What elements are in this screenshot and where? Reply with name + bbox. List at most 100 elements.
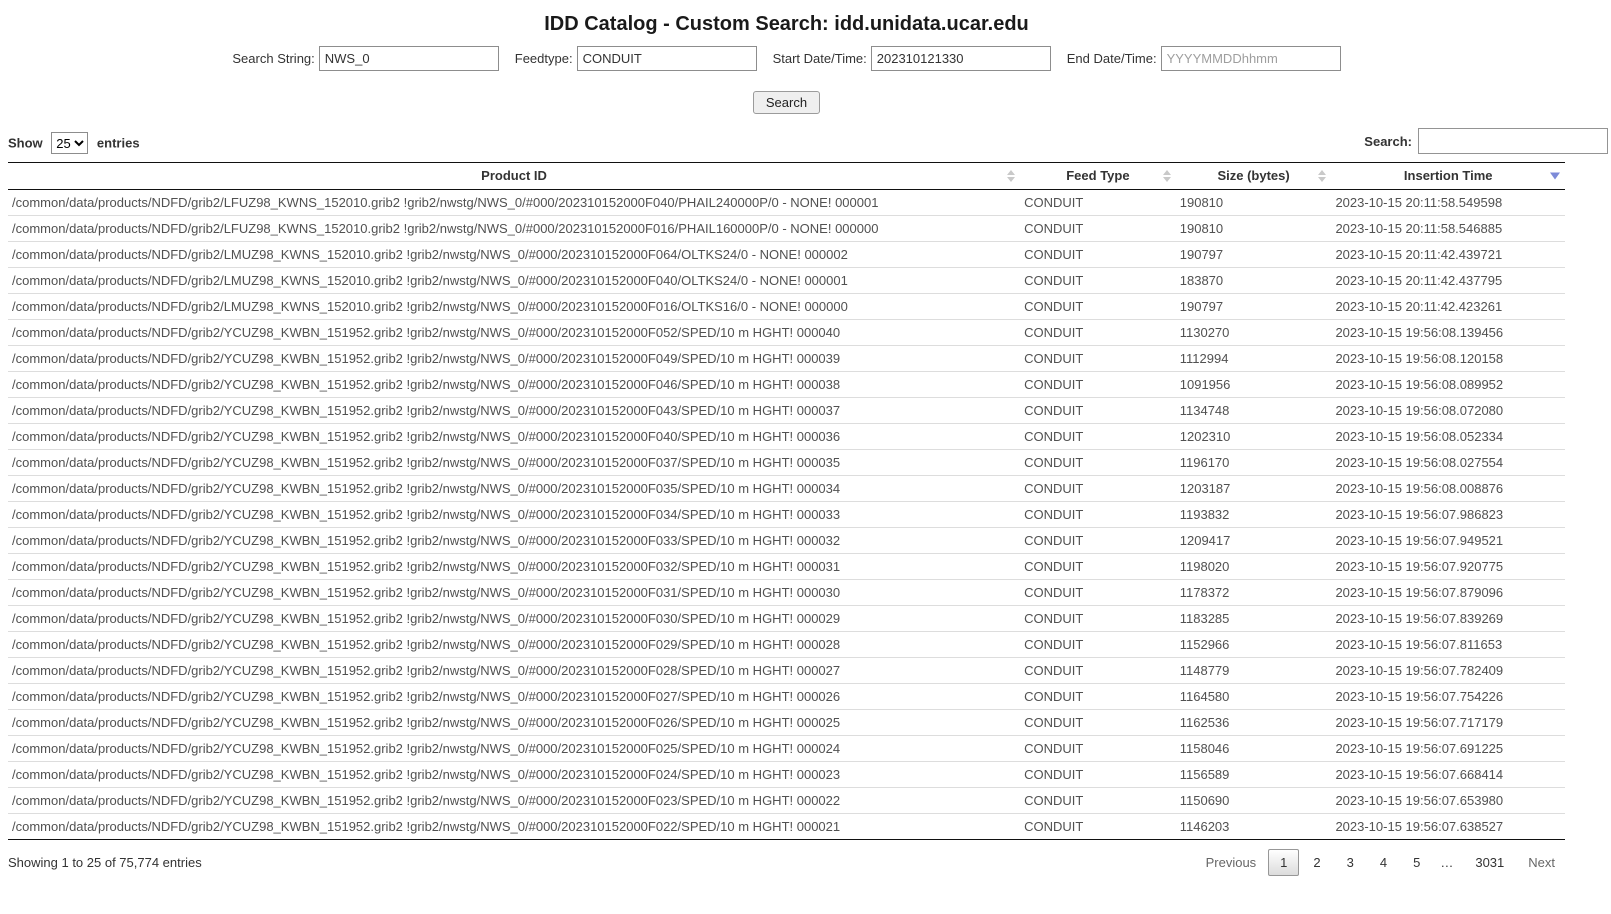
cell-insertion-time: 2023-10-15 19:56:07.920775: [1331, 554, 1565, 580]
page-button-3031[interactable]: 3031: [1463, 849, 1516, 876]
custom-search-form: Search String: Feedtype: Start Date/Time…: [8, 46, 1565, 71]
table-row: /common/data/products/NDFD/grib2/YCUZ98_…: [8, 580, 1565, 606]
table-row: /common/data/products/NDFD/grib2/YCUZ98_…: [8, 528, 1565, 554]
cell-feed-type: CONDUIT: [1020, 268, 1176, 294]
page-button-3[interactable]: 3: [1335, 849, 1366, 876]
table-row: /common/data/products/NDFD/grib2/YCUZ98_…: [8, 606, 1565, 632]
search-string-input[interactable]: [319, 46, 499, 71]
cell-feed-type: CONDUIT: [1020, 476, 1176, 502]
filter-input[interactable]: [1418, 128, 1608, 154]
cell-insertion-time: 2023-10-15 19:56:07.782409: [1331, 658, 1565, 684]
table-row: /common/data/products/NDFD/grib2/LMUZ98_…: [8, 294, 1565, 320]
column-header-product-id[interactable]: Product ID: [8, 163, 1020, 190]
cell-insertion-time: 2023-10-15 20:11:58.549598: [1331, 190, 1565, 216]
cell-size-bytes: 1158046: [1176, 736, 1332, 762]
table-row: /common/data/products/NDFD/grib2/LFUZ98_…: [8, 190, 1565, 216]
cell-insertion-time: 2023-10-15 19:56:07.811653: [1331, 632, 1565, 658]
sort-both-icon: [1318, 170, 1326, 182]
cell-insertion-time: 2023-10-15 19:56:07.839269: [1331, 606, 1565, 632]
cell-size-bytes: 1196170: [1176, 450, 1332, 476]
sort-both-icon: [1007, 170, 1015, 182]
column-header-insertion-time[interactable]: Insertion Time: [1331, 163, 1565, 190]
cell-insertion-time: 2023-10-15 19:56:07.717179: [1331, 710, 1565, 736]
cell-size-bytes: 190810: [1176, 216, 1332, 242]
cell-size-bytes: 1178372: [1176, 580, 1332, 606]
cell-size-bytes: 190797: [1176, 242, 1332, 268]
cell-feed-type: CONDUIT: [1020, 658, 1176, 684]
cell-insertion-time: 2023-10-15 19:56:08.052334: [1331, 424, 1565, 450]
cell-product-id: /common/data/products/NDFD/grib2/YCUZ98_…: [8, 424, 1020, 450]
cell-feed-type: CONDUIT: [1020, 814, 1176, 840]
page-button-2[interactable]: 2: [1301, 849, 1332, 876]
cell-feed-type: CONDUIT: [1020, 320, 1176, 346]
search-button[interactable]: Search: [753, 91, 820, 114]
cell-size-bytes: 1156589: [1176, 762, 1332, 788]
cell-feed-type: CONDUIT: [1020, 372, 1176, 398]
results-table: Product ID Feed Type Size (bytes) Insertion…: [8, 162, 1565, 840]
column-header-size-bytes[interactable]: Size (bytes): [1176, 163, 1332, 190]
table-controls: Show 25 entries Search:: [8, 130, 1565, 156]
cell-product-id: /common/data/products/NDFD/grib2/YCUZ98_…: [8, 346, 1020, 372]
column-header-label: Feed Type: [1066, 168, 1129, 183]
previous-page-button[interactable]: Previous: [1196, 849, 1267, 876]
cell-feed-type: CONDUIT: [1020, 424, 1176, 450]
table-row: /common/data/products/NDFD/grib2/YCUZ98_…: [8, 320, 1565, 346]
page-length-select[interactable]: 25: [51, 132, 88, 154]
cell-product-id: /common/data/products/NDFD/grib2/LMUZ98_…: [8, 242, 1020, 268]
end-datetime-label: End Date/Time:: [1067, 51, 1157, 66]
column-header-feed-type[interactable]: Feed Type: [1020, 163, 1176, 190]
page-title: IDD Catalog - Custom Search: idd.unidata…: [8, 13, 1565, 36]
cell-size-bytes: 1162536: [1176, 710, 1332, 736]
column-header-label: Product ID: [481, 168, 547, 183]
idd-catalog-page: IDD Catalog - Custom Search: idd.unidata…: [8, 13, 1565, 876]
feedtype-input[interactable]: [577, 46, 757, 71]
cell-insertion-time: 2023-10-15 19:56:08.027554: [1331, 450, 1565, 476]
cell-insertion-time: 2023-10-15 20:11:58.546885: [1331, 216, 1565, 242]
page-button-4[interactable]: 4: [1368, 849, 1399, 876]
column-header-label: Insertion Time: [1404, 168, 1493, 183]
cell-insertion-time: 2023-10-15 19:56:08.089952: [1331, 372, 1565, 398]
table-row: /common/data/products/NDFD/grib2/YCUZ98_…: [8, 346, 1565, 372]
cell-size-bytes: 1198020: [1176, 554, 1332, 580]
cell-size-bytes: 1112994: [1176, 346, 1332, 372]
table-row: /common/data/products/NDFD/grib2/YCUZ98_…: [8, 450, 1565, 476]
cell-feed-type: CONDUIT: [1020, 606, 1176, 632]
next-page-button[interactable]: Next: [1518, 849, 1565, 876]
cell-insertion-time: 2023-10-15 19:56:08.139456: [1331, 320, 1565, 346]
search-button-row: Search: [8, 91, 1565, 114]
page-button-5[interactable]: 5: [1401, 849, 1432, 876]
page-length-control: Show 25 entries: [8, 132, 140, 154]
end-datetime-input[interactable]: [1161, 46, 1341, 71]
table-row: /common/data/products/NDFD/grib2/YCUZ98_…: [8, 658, 1565, 684]
cell-product-id: /common/data/products/NDFD/grib2/LMUZ98_…: [8, 294, 1020, 320]
cell-feed-type: CONDUIT: [1020, 294, 1176, 320]
start-datetime-input[interactable]: [871, 46, 1051, 71]
cell-product-id: /common/data/products/NDFD/grib2/YCUZ98_…: [8, 320, 1020, 346]
cell-size-bytes: 1202310: [1176, 424, 1332, 450]
table-info: Showing 1 to 25 of 75,774 entries: [8, 855, 202, 870]
cell-feed-type: CONDUIT: [1020, 788, 1176, 814]
cell-size-bytes: 1152966: [1176, 632, 1332, 658]
cell-feed-type: CONDUIT: [1020, 710, 1176, 736]
cell-size-bytes: 1146203: [1176, 814, 1332, 840]
cell-size-bytes: 1150690: [1176, 788, 1332, 814]
cell-size-bytes: 1203187: [1176, 476, 1332, 502]
table-row: /common/data/products/NDFD/grib2/YCUZ98_…: [8, 502, 1565, 528]
table-row: /common/data/products/NDFD/grib2/YCUZ98_…: [8, 398, 1565, 424]
cell-size-bytes: 183870: [1176, 268, 1332, 294]
cell-insertion-time: 2023-10-15 20:11:42.423261: [1331, 294, 1565, 320]
cell-insertion-time: 2023-10-15 19:56:07.986823: [1331, 502, 1565, 528]
cell-product-id: /common/data/products/NDFD/grib2/LFUZ98_…: [8, 216, 1020, 242]
table-row: /common/data/products/NDFD/grib2/YCUZ98_…: [8, 424, 1565, 450]
cell-feed-type: CONDUIT: [1020, 398, 1176, 424]
page-button-1[interactable]: 1: [1268, 849, 1299, 876]
cell-product-id: /common/data/products/NDFD/grib2/YCUZ98_…: [8, 762, 1020, 788]
cell-insertion-time: 2023-10-15 20:11:42.437795: [1331, 268, 1565, 294]
cell-insertion-time: 2023-10-15 19:56:07.668414: [1331, 762, 1565, 788]
cell-product-id: /common/data/products/NDFD/grib2/YCUZ98_…: [8, 554, 1020, 580]
cell-size-bytes: 1183285: [1176, 606, 1332, 632]
cell-product-id: /common/data/products/NDFD/grib2/YCUZ98_…: [8, 710, 1020, 736]
cell-product-id: /common/data/products/NDFD/grib2/YCUZ98_…: [8, 632, 1020, 658]
table-row: /common/data/products/NDFD/grib2/YCUZ98_…: [8, 632, 1565, 658]
sort-both-icon: [1163, 170, 1171, 182]
